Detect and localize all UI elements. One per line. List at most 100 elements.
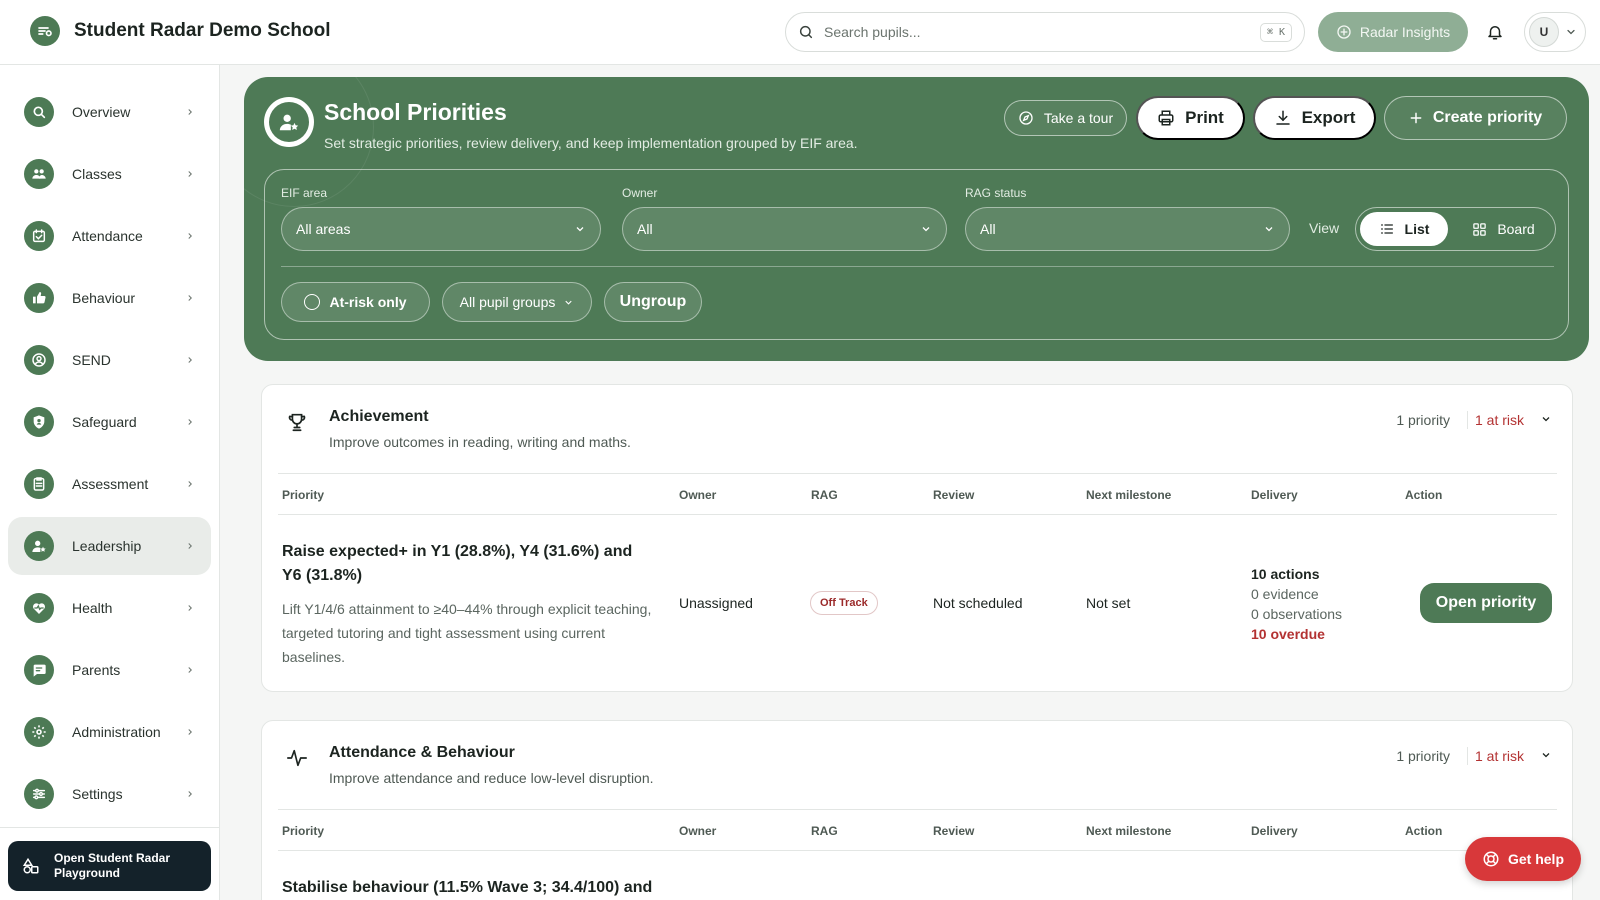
open-playground-label: Open Student Radar Playground (54, 851, 171, 880)
table-header: Priority Owner RAG Review Next milestone… (278, 809, 1557, 851)
sidebar-item-send[interactable]: SEND (8, 331, 211, 389)
plus-icon (1410, 112, 1422, 124)
sidebar-item-attendance[interactable]: Attendance (8, 207, 211, 265)
filters-divider (281, 266, 1554, 267)
column-owner: Owner (679, 824, 717, 838)
sidebar-item-label: Assessment (72, 476, 149, 492)
sidebar-item-assessment[interactable]: Assessment (8, 455, 211, 513)
sidebar-item-label: Health (72, 600, 113, 616)
sidebar-item-leadership[interactable]: Leadership (8, 517, 211, 575)
priority-delivery: 10 actions 0 evidence 0 observations 10 … (1251, 564, 1342, 644)
compass-icon (1019, 111, 1033, 125)
school-name: Student Radar Demo School (74, 20, 331, 41)
priority-owner: Unassigned (679, 595, 753, 611)
chevron-down-icon (1265, 227, 1273, 232)
user-menu[interactable]: U (1524, 12, 1586, 52)
sidebar-item-label: Overview (72, 104, 131, 120)
sidebar-item-label: Attendance (72, 228, 143, 244)
take-tour-button[interactable]: Take a tour (1004, 100, 1127, 136)
sidebar-item-parents[interactable]: Parents (8, 641, 211, 699)
sidebar-item-safeguard[interactable]: Safeguard (8, 393, 211, 451)
search-box[interactable]: ⌘ K (785, 12, 1305, 52)
radar-insights-button[interactable]: Radar Insights (1318, 12, 1468, 52)
priority-count: 1 priority (1396, 412, 1450, 428)
at-risk-count: 1 at risk (1474, 412, 1524, 428)
chevron-right-icon (188, 729, 192, 735)
activity-icon (287, 749, 307, 767)
column-next-milestone: Next milestone (1086, 824, 1172, 838)
chevron-right-icon (188, 791, 192, 797)
chevron-right-icon (188, 481, 192, 487)
divider (1467, 747, 1468, 765)
delivery-overdue: 10 overdue (1251, 626, 1325, 642)
filters-panel: EIF area All areas Owner All RAG status … (264, 169, 1569, 340)
rag-status-select[interactable]: All (965, 207, 1290, 251)
create-priority-button[interactable]: Create priority (1384, 96, 1567, 140)
column-action: Action (1405, 488, 1443, 502)
delivery-actions: 10 actions (1251, 566, 1320, 582)
divider (1467, 411, 1468, 429)
sidebar-item-settings[interactable]: Settings (8, 765, 211, 823)
owner-select[interactable]: All (622, 207, 947, 251)
priority-title[interactable]: Raise expected+ in Y1 (28.8%), Y4 (31.6%… (282, 540, 652, 588)
column-review: Review (933, 488, 975, 502)
sidebar: Overview Classes Attendance Behaviour SE… (0, 65, 220, 900)
sidebar-item-health[interactable]: Health (8, 579, 211, 637)
sidebar-item-behaviour[interactable]: Behaviour (8, 269, 211, 327)
sidebar-item-label: Settings (72, 786, 123, 802)
column-next-milestone: Next milestone (1086, 488, 1172, 502)
board-view-button[interactable]: Board (1456, 212, 1551, 246)
sidebar-item-administration[interactable]: Administration (8, 703, 211, 761)
get-help-button[interactable]: Get help (1465, 837, 1581, 881)
take-tour-label: Take a tour (1043, 110, 1114, 126)
sidebar-item-label: Safeguard (72, 414, 137, 430)
column-review: Review (933, 824, 975, 838)
delivery-observations: 0 observations (1251, 606, 1343, 622)
sidebar-item-classes[interactable]: Classes (8, 145, 211, 203)
brand[interactable]: Student Radar Demo School (30, 16, 331, 46)
group-description: Improve outcomes in reading, writing and… (329, 434, 631, 450)
chevron-down-icon[interactable] (1540, 749, 1552, 761)
shapes-icon (22, 857, 39, 874)
search-icon (799, 25, 813, 39)
sidebar-item-overview[interactable]: Overview (8, 83, 211, 141)
column-priority: Priority (282, 824, 325, 838)
group-title: Attendance & Behaviour (329, 744, 515, 761)
leadership-badge (264, 97, 314, 147)
bell-icon[interactable] (1486, 22, 1504, 42)
board-view-label: Board (1497, 221, 1535, 237)
printer-icon (1158, 110, 1174, 126)
print-button[interactable]: Print (1136, 96, 1245, 140)
pupil-groups-select[interactable]: All pupil groups (442, 282, 592, 322)
search-input[interactable] (824, 24, 1260, 40)
chevron-right-icon (188, 419, 192, 425)
chevron-right-icon (188, 605, 192, 611)
chevron-right-icon (188, 543, 192, 549)
priority-title[interactable]: Stabilise behaviour (11.5% Wave 3; 34.4/… (282, 876, 702, 900)
list-view-button[interactable]: List (1360, 212, 1448, 246)
radio-icon (304, 294, 321, 310)
chevron-down-icon[interactable] (1540, 413, 1552, 425)
chevron-down-icon (1567, 29, 1575, 35)
priority-review: Not scheduled (933, 595, 1023, 611)
column-priority: Priority (282, 488, 325, 502)
eif-area-value: All areas (296, 221, 351, 237)
column-action: Action (1405, 824, 1443, 838)
view-label: View (1309, 220, 1340, 236)
get-help-label: Get help (1507, 851, 1564, 867)
ungroup-label: Ungroup (619, 293, 687, 310)
rag-status-label: RAG status (965, 186, 1027, 200)
ungroup-button[interactable]: Ungroup (604, 282, 702, 322)
sidebar-item-label: Behaviour (72, 290, 136, 306)
eif-area-select[interactable]: All areas (281, 207, 601, 251)
rag-status-badge: Off Track (810, 591, 878, 615)
open-playground-button[interactable]: Open Student Radar Playground (8, 841, 211, 891)
export-button[interactable]: Export (1253, 96, 1376, 140)
create-priority-label: Create priority (1432, 109, 1543, 126)
clipboard-icon (24, 469, 54, 499)
sidebar-item-label: SEND (72, 352, 111, 368)
sidebar-divider (0, 827, 219, 828)
open-priority-button[interactable]: Open priority (1420, 583, 1552, 623)
at-risk-only-toggle[interactable]: At-risk only (281, 282, 430, 322)
column-rag: RAG (811, 488, 838, 502)
